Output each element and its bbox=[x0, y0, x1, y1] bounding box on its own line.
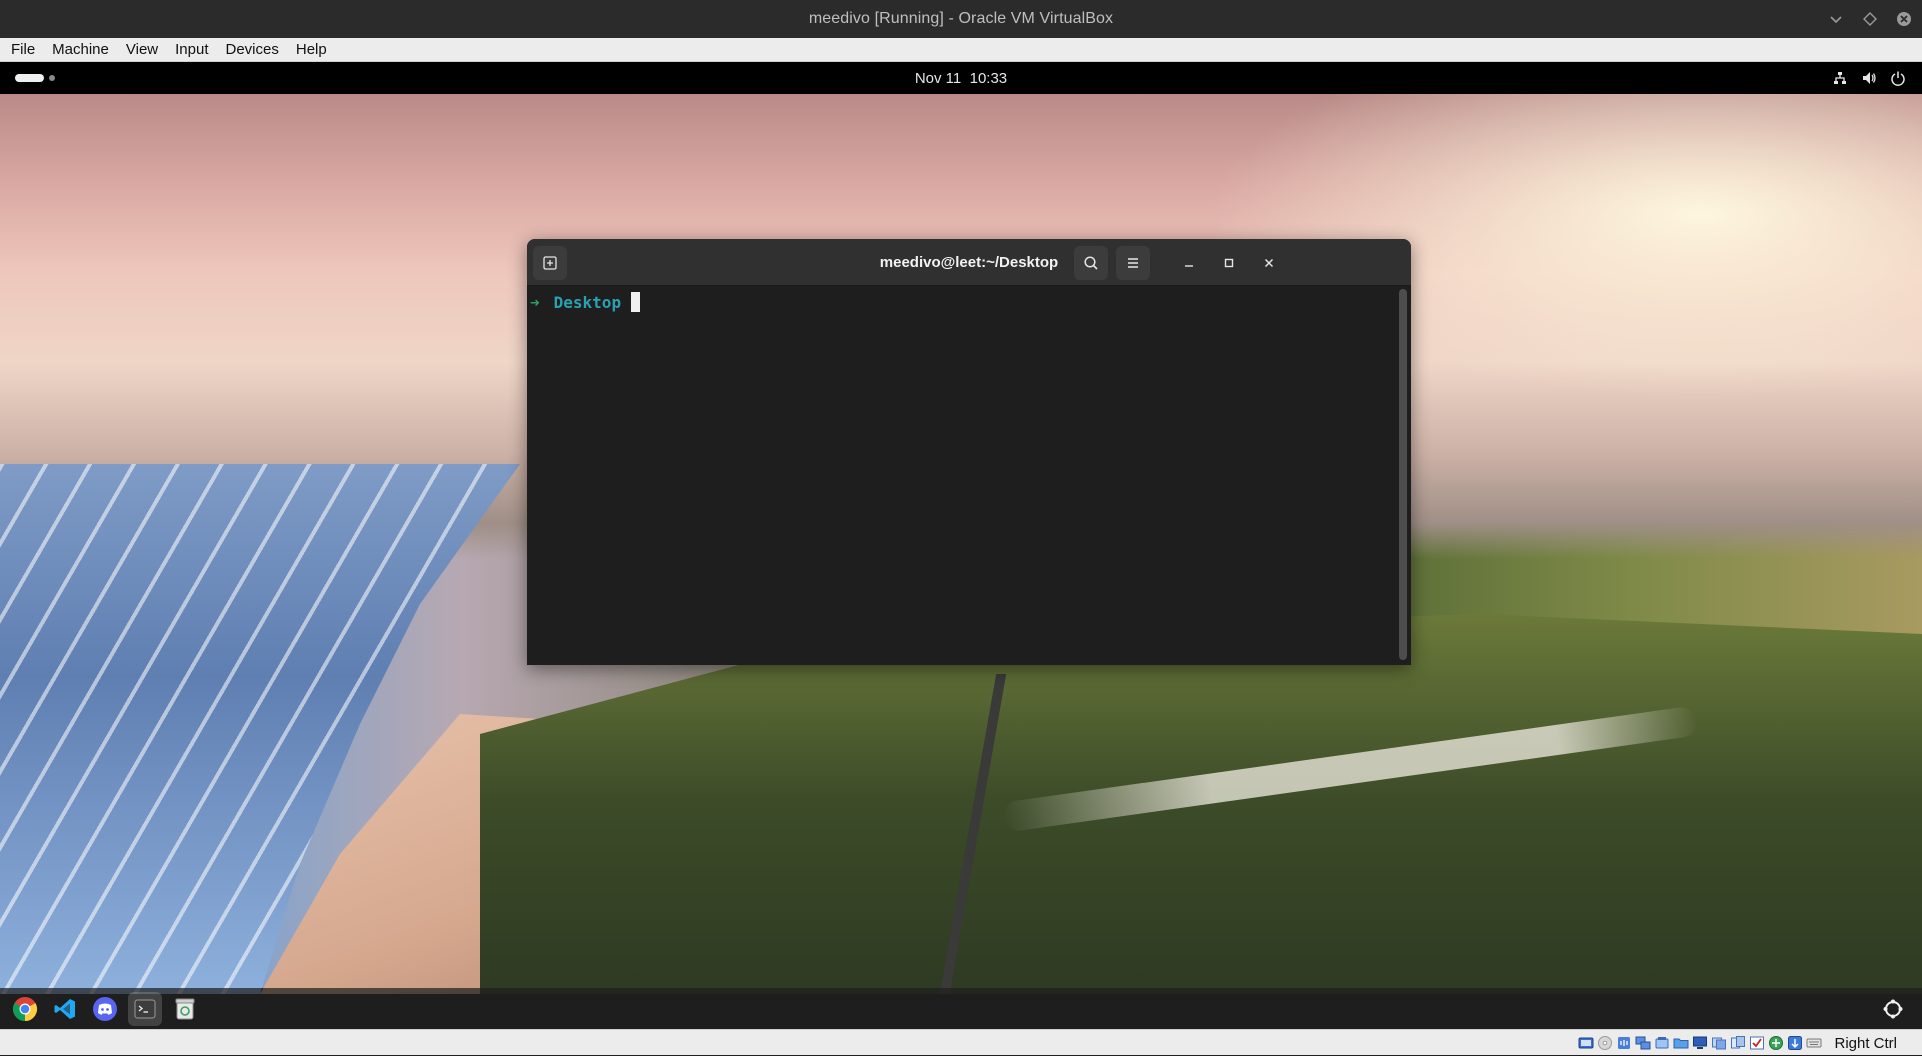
device-indicators bbox=[1578, 1035, 1822, 1051]
terminal-icon bbox=[134, 999, 156, 1019]
drag-drop-icon[interactable] bbox=[1749, 1035, 1765, 1051]
dock-app-terminal[interactable] bbox=[128, 992, 162, 1026]
clock-time: 10:33 bbox=[969, 69, 1008, 87]
dock-app-vscode[interactable] bbox=[48, 992, 82, 1026]
menu-file[interactable]: File bbox=[0, 38, 41, 62]
menu-input[interactable]: Input bbox=[164, 38, 214, 62]
clock[interactable]: Nov 11 10:33 bbox=[0, 62, 1922, 94]
menu-machine[interactable]: Machine bbox=[41, 38, 115, 62]
text-cursor bbox=[631, 292, 641, 312]
discord-icon bbox=[93, 997, 117, 1021]
system-status-area[interactable] bbox=[1832, 62, 1906, 94]
virtualbox-titlebar: meedivo [Running] - Oracle VM VirtualBox bbox=[0, 0, 1922, 38]
maximize-icon[interactable] bbox=[1862, 11, 1878, 27]
dock-app-trash[interactable] bbox=[168, 992, 202, 1026]
shared-folders-icon[interactable] bbox=[1673, 1035, 1689, 1051]
terminal-close-button[interactable] bbox=[1256, 250, 1282, 276]
terminal-content[interactable]: ➜ Desktop bbox=[527, 286, 1411, 665]
search-button[interactable] bbox=[1074, 246, 1108, 280]
chrome-icon bbox=[12, 997, 38, 1021]
network-icon[interactable] bbox=[1635, 1035, 1651, 1051]
minimize-icon bbox=[1185, 265, 1193, 267]
window-title: meedivo [Running] - Oracle VM VirtualBox bbox=[808, 10, 1114, 27]
guest-screen[interactable]: Nov 11 10:33 meedivo@leet:~/Desktop ➜ De… bbox=[0, 62, 1922, 1029]
menu-button[interactable] bbox=[1116, 246, 1150, 280]
dock-app-chrome[interactable] bbox=[8, 992, 42, 1026]
display-icon[interactable] bbox=[1692, 1035, 1708, 1051]
minimize-icon[interactable] bbox=[1828, 11, 1844, 27]
terminal-minimize-button[interactable] bbox=[1176, 250, 1202, 276]
maximize-icon bbox=[1224, 258, 1234, 268]
dock bbox=[0, 988, 1922, 1029]
close-icon[interactable] bbox=[1896, 11, 1912, 27]
mouse-integration-icon[interactable] bbox=[1787, 1035, 1803, 1051]
optical-drive-icon[interactable] bbox=[1597, 1035, 1613, 1051]
prompt-arrow: ➜ bbox=[530, 292, 540, 312]
close-icon bbox=[1264, 258, 1274, 268]
volume-icon bbox=[1861, 70, 1877, 86]
cpu-icon[interactable] bbox=[1768, 1035, 1784, 1051]
show-apps-icon bbox=[1883, 999, 1903, 1019]
prompt-line: ➜ Desktop bbox=[530, 290, 641, 314]
vscode-icon bbox=[54, 999, 75, 1019]
gnome-top-bar: Nov 11 10:33 bbox=[0, 62, 1922, 94]
dock-app-discord[interactable] bbox=[88, 992, 122, 1026]
clock-date: Nov 11 bbox=[914, 69, 962, 87]
keyboard-icon[interactable] bbox=[1806, 1035, 1822, 1051]
host-key-label: Right Ctrl bbox=[1834, 1034, 1897, 1052]
virtualbox-statusbar: Right Ctrl bbox=[0, 1029, 1922, 1055]
terminal-scrollbar[interactable] bbox=[1399, 289, 1407, 660]
scrollbar-thumb[interactable] bbox=[1399, 289, 1407, 660]
menu-view[interactable]: View bbox=[115, 38, 164, 62]
clipboard-icon[interactable] bbox=[1730, 1035, 1746, 1051]
hamburger-menu-icon bbox=[1128, 258, 1138, 268]
virtualbox-menubar: File Machine View Input Devices Help bbox=[0, 38, 1922, 62]
power-icon bbox=[1890, 70, 1906, 86]
video-capture-icon[interactable] bbox=[1711, 1035, 1727, 1051]
show-applications-button[interactable] bbox=[1876, 992, 1910, 1026]
window-controls bbox=[1828, 0, 1912, 38]
search-icon bbox=[1084, 256, 1098, 270]
prompt-directory: Desktop bbox=[553, 292, 622, 312]
trash-icon bbox=[175, 998, 195, 1020]
audio-icon[interactable] bbox=[1616, 1035, 1632, 1051]
menu-devices[interactable]: Devices bbox=[215, 38, 285, 62]
network-wired-icon bbox=[1832, 70, 1848, 86]
terminal-headerbar[interactable]: meedivo@leet:~/Desktop bbox=[527, 239, 1411, 286]
terminal-window[interactable]: meedivo@leet:~/Desktop ➜ Desktop bbox=[527, 239, 1411, 665]
terminal-maximize-button[interactable] bbox=[1216, 250, 1242, 276]
usb-icon[interactable] bbox=[1654, 1035, 1670, 1051]
menu-help[interactable]: Help bbox=[285, 38, 333, 62]
hard-disk-icon[interactable] bbox=[1578, 1035, 1594, 1051]
